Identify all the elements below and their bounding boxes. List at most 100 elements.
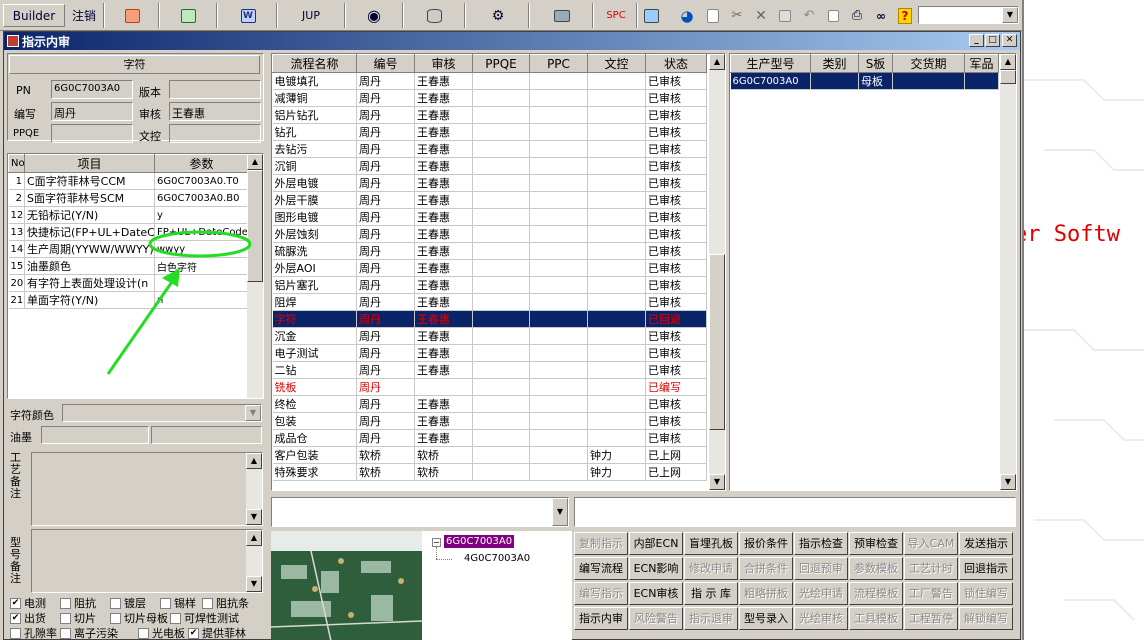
char-color-dropdown[interactable]: ▼	[62, 404, 262, 422]
table-row[interactable]: 二钻 周丹 王春惠 已审核	[272, 361, 707, 379]
col-ppc[interactable]: PPC	[529, 54, 588, 73]
col-ppqe[interactable]: PPQE	[472, 54, 530, 73]
checkbox-option[interactable]: 光电板	[138, 625, 185, 640]
action-button[interactable]: ECN审核	[629, 582, 683, 605]
action-button[interactable]: 修改申请	[684, 557, 738, 580]
table-row[interactable]: 沉金 周丹 王春惠 已审核	[272, 327, 707, 345]
model-scrollbar[interactable]: ▲ ▼	[1000, 54, 1016, 490]
table-row[interactable]: 特殊要求 软桥 软桥 钟力 已上网	[272, 463, 707, 481]
ppqe-field[interactable]	[51, 124, 133, 143]
action-button[interactable]: 导入CAM	[904, 532, 958, 555]
action-button[interactable]: 指示检查	[794, 532, 848, 555]
cut-icon[interactable]: ✂	[726, 4, 748, 27]
help-icon[interactable]: ?	[894, 4, 916, 27]
database-icon[interactable]	[414, 4, 454, 27]
col-status[interactable]: 状态	[645, 54, 707, 73]
scroll-thumb[interactable]	[709, 254, 725, 430]
table-row[interactable]: 外层干膜 周丹 王春惠 已审核	[272, 191, 707, 209]
action-button[interactable]: 工厂警告	[904, 582, 958, 605]
action-button[interactable]: 合拼条件	[739, 557, 793, 580]
table-row[interactable]: 字符 周丹 王春惠 已回退	[272, 310, 707, 328]
action-button[interactable]: 预审检查	[849, 532, 903, 555]
table-row[interactable]: 成品仓 周丹 王春惠 已审核	[272, 429, 707, 447]
table-row[interactable]: 沉铜 周丹 王春惠 已审核	[272, 157, 707, 175]
reviewer-field[interactable]: 王春惠	[169, 102, 261, 121]
message-field[interactable]	[574, 497, 1016, 527]
table-row[interactable]: 6G0C7003A0 母板	[730, 72, 999, 90]
col-type[interactable]: 类别	[810, 54, 859, 73]
action-button[interactable]: 回退预审	[794, 557, 848, 580]
action-button[interactable]: 编写流程	[574, 557, 628, 580]
toolbar-dropdown[interactable]: ▼	[918, 6, 1019, 24]
tree-child-node[interactable]: 4G0C7003A0	[464, 553, 530, 564]
table-row[interactable]: 客户包装 软桥 软桥 钟力 已上网	[272, 446, 707, 464]
copy-icon[interactable]	[822, 4, 844, 27]
col-code[interactable]: 编号	[356, 54, 415, 73]
action-button[interactable]: 内部ECN	[629, 532, 683, 555]
action-button[interactable]: 复制指示	[574, 532, 628, 555]
col-doc-control[interactable]: 文控	[587, 54, 646, 73]
table-row[interactable]: 钻孔 周丹 王春惠 已审核	[272, 123, 707, 141]
action-button[interactable]: 盲埋孔板	[684, 532, 738, 555]
checkbox-icon[interactable]	[170, 612, 181, 624]
table-row[interactable]: 电镀填孔 周丹 王春惠 已审核	[272, 72, 707, 90]
scroll-thumb[interactable]	[1000, 70, 1016, 84]
action-button[interactable]: 粗略拼板	[739, 582, 793, 605]
scroll-down-icon[interactable]: ▼	[246, 509, 262, 525]
checkbox-icon[interactable]	[202, 597, 213, 609]
checkbox-icon[interactable]	[10, 627, 21, 639]
binoculars-icon[interactable]: ∞	[870, 4, 892, 27]
checkbox-icon[interactable]	[60, 627, 71, 639]
minimize-icon[interactable]: _	[969, 34, 984, 47]
checkbox-option[interactable]: 锡样	[160, 595, 196, 611]
action-button[interactable]: 报价条件	[739, 532, 793, 555]
ink-field-2[interactable]	[151, 426, 262, 444]
table-row[interactable]: 终检 周丹 王春惠 已审核	[272, 395, 707, 413]
checkbox-icon[interactable]: ✔	[10, 612, 21, 624]
table-row[interactable]: 包装 周丹 王春惠 已审核	[272, 412, 707, 430]
eye-icon[interactable]: ◉	[354, 4, 394, 27]
filter-dropdown[interactable]: ▼	[271, 497, 569, 527]
model-note-scrollbar[interactable]: ▲ ▼	[246, 530, 262, 592]
col-sboard[interactable]: S板	[858, 54, 893, 73]
save-icon[interactable]	[774, 4, 796, 27]
word-icon[interactable]: W	[228, 4, 268, 27]
table-row[interactable]: 外层电镀 周丹 王春惠 已审核	[272, 174, 707, 192]
builder-button[interactable]: Builder	[3, 4, 65, 27]
window-titlebar[interactable]: 指示内审 _ □ ✕	[4, 32, 1020, 50]
maximize-icon[interactable]: □	[985, 34, 1000, 47]
checkbox-icon[interactable]	[60, 597, 71, 609]
checkbox-option[interactable]: ✔ 提供菲林	[188, 625, 246, 640]
action-button[interactable]: 锁住编写	[959, 582, 1013, 605]
action-button[interactable]: ECN影响	[629, 557, 683, 580]
action-button[interactable]: 回退指示	[959, 557, 1013, 580]
action-button[interactable]: 光绘审核	[794, 607, 848, 630]
checkbox-option[interactable]: ✔ 出货	[10, 610, 46, 626]
table-row[interactable]: 去钻污 周丹 王春惠 已审核	[272, 140, 707, 158]
action-button[interactable]: 指示退审	[684, 607, 738, 630]
checkbox-option[interactable]: 镀层	[110, 595, 146, 611]
table-row[interactable]: 图形电镀 周丹 王春惠 已审核	[272, 208, 707, 226]
chevron-down-icon[interactable]: ▼	[1002, 7, 1018, 23]
action-button[interactable]: 型号录入	[739, 607, 793, 630]
author-field[interactable]: 周丹	[51, 102, 133, 121]
table-row[interactable]: 铣板 周丹 已编写	[272, 378, 707, 396]
col-process-name[interactable]: 流程名称	[272, 54, 357, 73]
action-button[interactable]: 参数模板	[849, 557, 903, 580]
col-due-date[interactable]: 交货期	[892, 54, 965, 73]
table-row[interactable]: 电子测试 周丹 王春惠 已审核	[272, 344, 707, 362]
checkbox-icon[interactable]	[110, 597, 121, 609]
checkbox-option[interactable]: 离子污染	[60, 625, 118, 640]
close-doc-icon[interactable]: ✕	[750, 4, 772, 27]
new-file-icon[interactable]	[702, 4, 724, 27]
scroll-down-icon[interactable]: ▼	[1000, 474, 1016, 490]
action-button[interactable]: 光绘申请	[794, 582, 848, 605]
scroll-up-icon[interactable]: ▲	[1000, 54, 1016, 70]
action-button[interactable]: 指 示 库	[684, 582, 738, 605]
table-row[interactable]: 外层蚀刻 周丹 王春惠 已审核	[272, 225, 707, 243]
jup-button[interactable]: JUP	[286, 4, 336, 27]
checkbox-option[interactable]: 孔隙率	[10, 625, 57, 640]
action-button[interactable]: 工具模板	[849, 607, 903, 630]
checkbox-option[interactable]: 切片	[60, 610, 96, 626]
checkbox-option[interactable]: 可焊性测试	[170, 610, 239, 626]
